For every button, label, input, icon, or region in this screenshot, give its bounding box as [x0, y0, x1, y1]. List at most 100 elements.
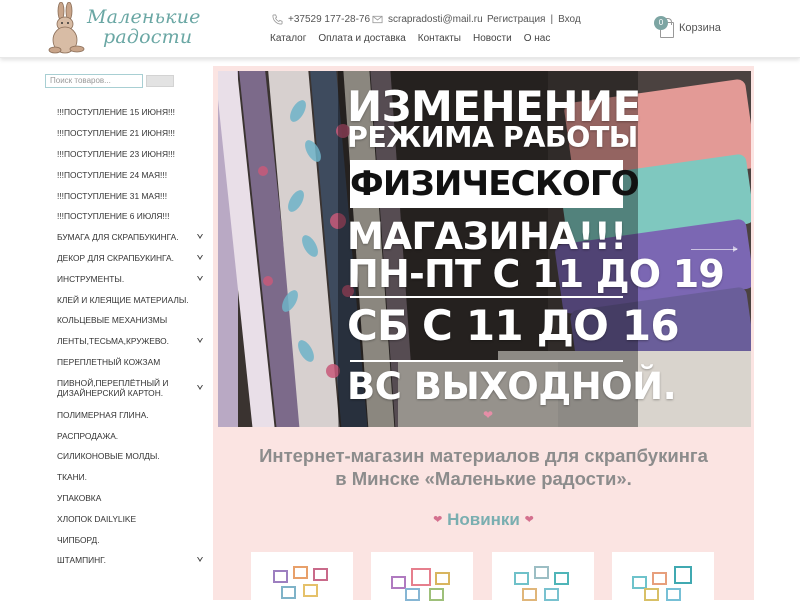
product-card[interactable]	[251, 552, 353, 600]
auth-separator: |	[550, 14, 554, 25]
sidebar-category-item[interactable]: ИНСТРУМЕНТЫ.	[0, 268, 213, 289]
category-label: ДЕКОР ДЛЯ СКРАПБУКИНГА.	[57, 252, 174, 263]
auth-links: Регистрация | Вход	[487, 14, 581, 25]
sidebar-category-item[interactable]: ТКАНИ.	[0, 467, 213, 488]
sidebar-category-item[interactable]: ЛЕНТЫ,ТЕСЬМА,КРУЖЕВО.	[0, 331, 213, 352]
register-link[interactable]: Регистрация	[487, 14, 545, 25]
category-label: ШТАМПИНГ.	[57, 555, 107, 566]
phone-number[interactable]: +37529 177-28-76	[288, 14, 370, 25]
category-label: !!!ПОСТУПЛЕНИЕ 31 МАЯ!!!	[57, 190, 168, 201]
product-card[interactable]	[612, 552, 714, 601]
sidebar-category-item[interactable]: ШТАМПИНГ.	[0, 550, 213, 571]
cart-label: Корзина	[679, 22, 721, 34]
banner-divider	[350, 296, 623, 298]
headline-line1: Интернет-магазин материалов для скрапбук…	[259, 445, 708, 466]
category-label: КЛЕЙ И КЛЕЯЩИЕ МАТЕРИАЛЫ.	[57, 294, 189, 305]
nav-about[interactable]: О нас	[524, 33, 551, 44]
heart-icon: ❤	[524, 514, 534, 526]
chevron-down-icon[interactable]	[197, 234, 203, 240]
category-label: ПИВНОЙ,ПЕРЕПЛЁТНЫЙ И ДИЗАЙНЕРСКИЙ КАРТОН…	[57, 378, 169, 399]
category-label: ЛЕНТЫ,ТЕСЬМА,КРУЖЕВО.	[57, 336, 170, 347]
category-label: !!!ПОСТУПЛЕНИЕ 24 МАЯ!!!	[57, 169, 168, 180]
banner-divider	[350, 360, 623, 362]
sidebar-category-item[interactable]: КОЛЬЦЕВЫЕ МЕХАНИЗМЫ	[0, 310, 213, 331]
banner-line5: СБ С 11 ДО 16	[347, 301, 680, 350]
slider-next-arrow-icon[interactable]	[691, 246, 738, 252]
sidebar-category-item[interactable]: ДЕКОР ДЛЯ СКРАПБУКИНГА.	[0, 248, 213, 269]
sidebar-category-item[interactable]: БУМАГА ДЛЯ СКРАПБУКИНГА.	[0, 227, 213, 248]
bunny-logo-icon	[48, 2, 85, 54]
sidebar-category-item[interactable]: ПЕРЕПЛЕТНЫЙ КОЖЗАМ	[0, 352, 213, 373]
logo-text: Маленькие радости	[87, 7, 201, 47]
chevron-down-icon[interactable]	[197, 557, 203, 563]
nav-news[interactable]: Новости	[473, 33, 512, 44]
chevron-down-icon[interactable]	[197, 338, 203, 344]
sidebar-category-item[interactable]: ПИВНОЙ,ПЕРЕПЛЁТНЫЙ И ДИЗАЙНЕРСКИЙ КАРТОН…	[0, 372, 213, 404]
category-label: ЧИПБОРД.	[57, 534, 100, 545]
sidebar-category-item[interactable]: !!!ПОСТУПЛЕНИЕ 6 ИЮЛЯ!!!	[0, 206, 213, 227]
login-link[interactable]: Вход	[558, 14, 581, 25]
chevron-down-icon[interactable]	[197, 275, 203, 281]
banner-boxed-line: ФИЗИЧЕСКОГО	[350, 160, 640, 208]
category-label: ПЕРЕПЛЕТНЫЙ КОЖЗАМ	[57, 356, 161, 367]
email-address[interactable]: scrapradosti@mail.ru	[388, 14, 483, 25]
cart-button[interactable]: 0 Корзина	[654, 16, 735, 42]
new-products-title: ❤ Новинки ❤	[213, 510, 754, 530]
banner-line4: ПН-ПТ С 11 ДО 19	[347, 252, 725, 296]
main-nav: Каталог Оплата и доставка Контакты Новос…	[270, 33, 562, 44]
sidebar-category-item[interactable]: СИЛИКОНОВЫЕ МОЛДЫ.	[0, 446, 213, 467]
nav-contacts[interactable]: Контакты	[418, 33, 461, 44]
category-label: !!!ПОСТУПЛЕНИЕ 21 ИЮНЯ!!!	[57, 128, 176, 139]
category-label: ПОЛИМЕРНАЯ ГЛИНА.	[57, 409, 149, 420]
sidebar-category-item[interactable]: !!!ПОСТУПЛЕНИЕ 31 МАЯ!!!	[0, 185, 213, 206]
sidebar-category-item[interactable]: !!!ПОСТУПЛЕНИЕ 21 ИЮНЯ!!!	[0, 123, 213, 144]
nav-catalog[interactable]: Каталог	[270, 33, 306, 44]
chevron-down-icon[interactable]	[197, 254, 203, 260]
nav-payment-delivery[interactable]: Оплата и доставка	[318, 33, 405, 44]
chevron-down-icon[interactable]	[197, 385, 203, 391]
new-products-label: Новинки	[447, 510, 520, 529]
sidebar: Поиск товаров... !!!ПОСТУПЛЕНИЕ 15 ИЮНЯ!…	[0, 58, 213, 600]
category-label: УПАКОВКА	[57, 492, 102, 503]
category-label: КОЛЬЦЕВЫЕ МЕХАНИЗМЫ	[57, 315, 168, 326]
category-label: !!!ПОСТУПЛЕНИЕ 6 ИЮЛЯ!!!	[57, 211, 170, 222]
sidebar-category-item[interactable]: ХЛОПОК DAILYLIKE	[0, 508, 213, 529]
sidebar-category-item[interactable]: ПОЛИМЕРНАЯ ГЛИНА.	[0, 404, 213, 425]
category-label: !!!ПОСТУПЛЕНИЕ 15 ИЮНЯ!!!	[57, 107, 176, 118]
product-grid	[251, 552, 721, 601]
sidebar-category-item[interactable]: РАСПРОДАЖА.	[0, 425, 213, 446]
site-header: Маленькие радости +37529 177-28-76 scrap…	[0, 0, 800, 58]
hero-banner[interactable]: ИЗМЕНЕНИЕ РЕЖИМА РАБОТЫ ФИЗИЧЕСКОГО МАГА…	[218, 71, 751, 427]
product-image	[391, 566, 453, 601]
email-contact[interactable]: scrapradosti@mail.ru	[372, 14, 483, 25]
sidebar-category-item[interactable]: КЛЕЙ И КЛЕЯЩИЕ МАТЕРИАЛЫ.	[0, 289, 213, 310]
banner-heart-icon: ❤	[483, 408, 494, 422]
main-content: ИЗМЕНЕНИЕ РЕЖИМА РАБОТЫ ФИЗИЧЕСКОГО МАГА…	[213, 58, 800, 601]
page-headline: Интернет-магазин материалов для скрапбук…	[213, 444, 754, 490]
product-image	[632, 566, 694, 601]
logo-text-line1: Маленькие	[87, 6, 201, 28]
product-card[interactable]	[371, 552, 473, 601]
heart-icon: ❤	[433, 514, 443, 526]
sidebar-category-item[interactable]: ЧИПБОРД.	[0, 529, 213, 550]
category-label: БУМАГА ДЛЯ СКРАПБУКИНГА.	[57, 232, 179, 243]
sidebar-category-item[interactable]: УПАКОВКА	[0, 488, 213, 509]
product-image	[271, 566, 333, 600]
sidebar-category-item[interactable]: !!!ПОСТУПЛЕНИЕ 23 ИЮНЯ!!!	[0, 144, 213, 165]
product-card[interactable]	[492, 552, 594, 601]
category-label: ИНСТРУМЕНТЫ.	[57, 273, 125, 284]
product-image	[512, 566, 574, 601]
search-button[interactable]	[146, 75, 174, 87]
banner-line3: МАГАЗИНА!!!	[347, 215, 627, 258]
mail-icon	[372, 15, 383, 24]
phone-contact[interactable]: +37529 177-28-76	[272, 14, 370, 25]
category-label: ТКАНИ.	[57, 472, 87, 483]
logo[interactable]: Маленькие радости	[47, 2, 200, 56]
search-input[interactable]: Поиск товаров...	[45, 74, 143, 88]
sidebar-category-item[interactable]: !!!ПОСТУПЛЕНИЕ 15 ИЮНЯ!!!	[0, 102, 213, 123]
sidebar-category-item[interactable]: !!!ПОСТУПЛЕНИЕ 24 МАЯ!!!	[0, 164, 213, 185]
category-label: РАСПРОДАЖА.	[57, 430, 119, 441]
headline-line2: в Минске «Маленькие радости».	[335, 468, 632, 489]
banner-line6: ВС ВЫХОДНОЙ.	[347, 365, 677, 408]
phone-icon	[272, 14, 283, 25]
